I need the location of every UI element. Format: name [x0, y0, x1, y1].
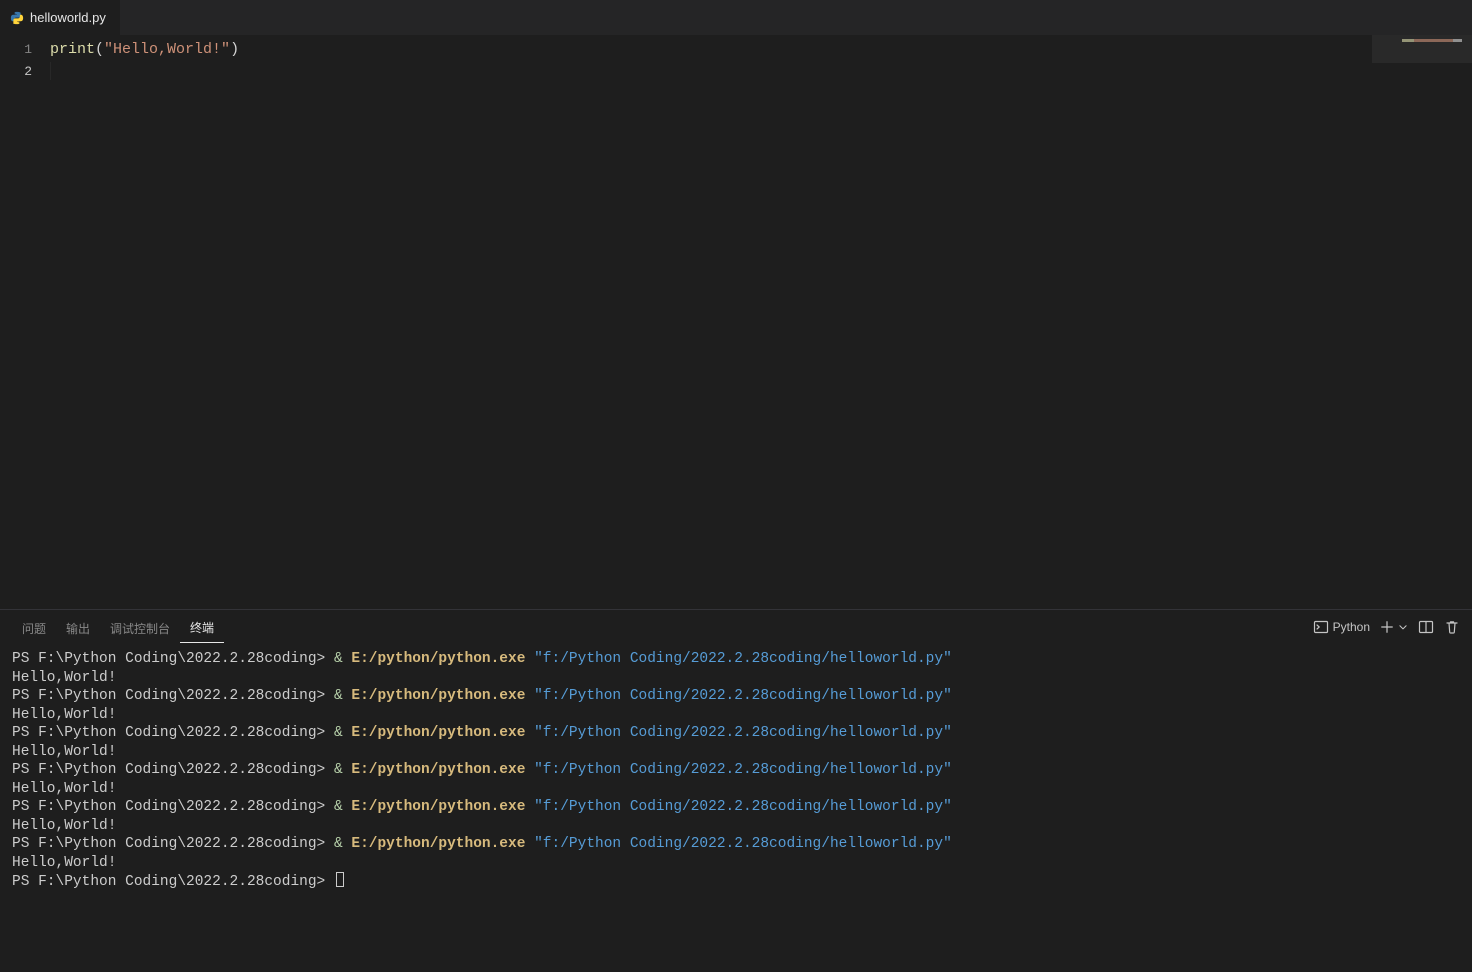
editor-tab-bar: helloworld.py [0, 0, 1472, 35]
new-terminal-button[interactable] [1380, 620, 1408, 634]
terminal-output[interactable]: PS F:\Python Coding\2022.2.28coding> & E… [0, 644, 1472, 972]
panel-tab-terminal[interactable]: 终端 [180, 611, 224, 643]
panel-actions: Python [1313, 619, 1460, 635]
line-number: 2 [0, 61, 32, 83]
editor-cursor [50, 62, 51, 80]
panel-tab-debug[interactable]: 调试控制台 [100, 612, 180, 643]
panel-tab-bar: 问题 输出 调试控制台 终端 Python [0, 610, 1472, 644]
code-line-2 [50, 63, 51, 80]
panel-tab-problems[interactable]: 问题 [12, 612, 56, 643]
chevron-down-icon [1398, 622, 1408, 632]
line-number-gutter: 1 2 [0, 35, 50, 609]
python-file-icon [10, 11, 24, 25]
trash-icon [1444, 619, 1460, 635]
terminal-shell-selector[interactable]: Python [1313, 619, 1370, 635]
code-content[interactable]: print("Hello,World!") [50, 35, 1372, 609]
token-paren-close: ) [230, 41, 239, 58]
code-line-1: print("Hello,World!") [50, 41, 239, 58]
token-paren-open: ( [95, 41, 104, 58]
panel-tab-output[interactable]: 输出 [56, 612, 100, 643]
plus-icon [1380, 620, 1394, 634]
terminal-shell-label: Python [1333, 620, 1370, 634]
split-terminal-button[interactable] [1418, 619, 1434, 635]
code-editor[interactable]: 1 2 print("Hello,World!") [0, 35, 1472, 609]
terminal-cursor [336, 872, 344, 887]
terminal-icon [1313, 619, 1329, 635]
token-function: print [50, 41, 95, 58]
minimap[interactable] [1372, 35, 1472, 609]
line-number: 1 [0, 39, 32, 61]
token-string: "Hello,World!" [104, 41, 230, 58]
editor-tab-filename: helloworld.py [30, 10, 106, 25]
kill-terminal-button[interactable] [1444, 619, 1460, 635]
split-panel-icon [1418, 619, 1434, 635]
bottom-panel: 问题 输出 调试控制台 终端 Python [0, 609, 1472, 972]
minimap-line [1402, 39, 1462, 42]
editor-tab-helloworld[interactable]: helloworld.py [0, 0, 121, 35]
